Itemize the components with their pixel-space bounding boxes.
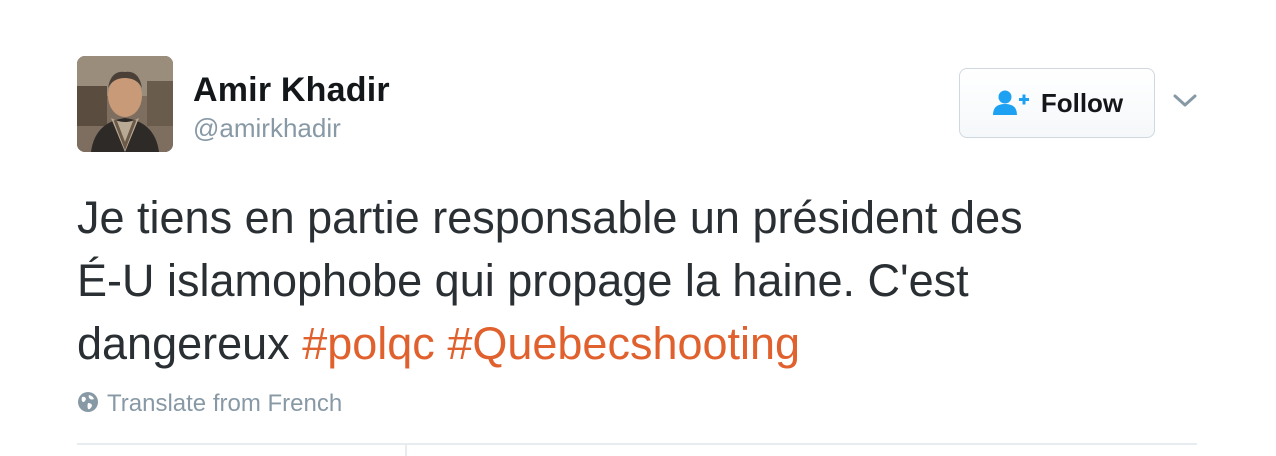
chevron-down-icon[interactable] [1172,92,1198,110]
screen-name[interactable]: @amirkhadir [193,112,341,144]
follow-label: Follow [1040,87,1124,118]
hashtag-link[interactable]: #polqc [302,318,435,369]
avatar[interactable] [77,56,173,152]
divider-tick [405,445,407,456]
follow-button[interactable]: Follow [959,68,1155,138]
hashtag-link[interactable]: #Quebecshooting [447,318,800,369]
tweet-text-line-2: É-U islamophobe qui propage la haine. C'… [77,255,969,306]
avatar-photo [77,56,173,152]
translate-link[interactable]: Translate from French [77,390,342,418]
globe-icon [77,391,99,418]
divider [77,443,1197,445]
translate-label: Translate from French [107,390,343,417]
tweet-text-line-1: Je tiens en partie responsable un présid… [77,192,1023,243]
display-name[interactable]: Amir Khadir [193,70,390,110]
follow-person-plus-icon [991,89,1031,117]
tweet-text-line-3-prefix: dangereux [77,318,303,369]
tweet-text: Je tiens en partie responsable un présid… [77,186,1207,375]
